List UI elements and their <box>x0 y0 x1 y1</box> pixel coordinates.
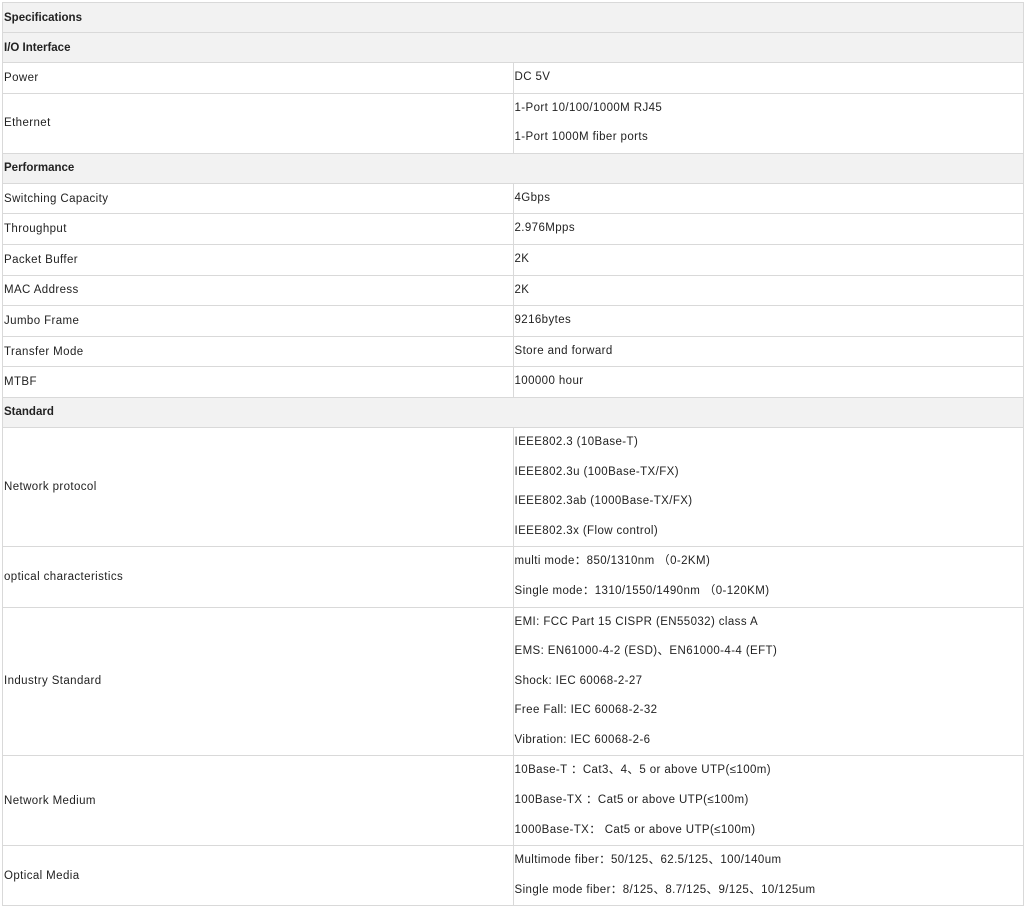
spec-value-cell: Store and forward <box>512 335 1024 368</box>
spec-value-cell: 2.976Mpps <box>512 213 1024 245</box>
section-header-row: Standard <box>2 396 1024 428</box>
spec-value-cell: 2K <box>512 274 1024 307</box>
spec-row: optical characteristics multi mode：850/13… <box>2 546 1024 608</box>
spec-row: Ethernet 1-Port 10/100/1000M RJ45 1-Port 1… <box>2 92 1024 154</box>
spec-row: MAC Address 2K <box>2 274 1024 307</box>
spec-value: 2K <box>514 283 530 296</box>
spec-value: IEEE802.3ab (1000Base-TX/FX) <box>514 495 693 508</box>
spec-value-cell: 10Base-T ：Cat3、4、5 or above UTP(≤100m) 10… <box>512 755 1024 847</box>
spec-value: DC 5V <box>514 71 551 83</box>
spec-row: Network protocol IEEE802.3 (10Base-T) IEEE… <box>2 426 1024 548</box>
spec-value: EMI: FCC Part 15 CISPR (EN55032) class A <box>514 615 759 628</box>
section-header-row: I/O Interface <box>2 32 1024 63</box>
section-heading: I/O Interface <box>2 32 1024 63</box>
spec-label: Network Medium <box>2 755 514 847</box>
spec-value: 1-Port 10/100/1000M RJ45 <box>514 101 663 114</box>
specifications-table-body: Specifications I/O Interface Power DC 5V Et… <box>2 2 1024 906</box>
spec-value: 10Base-T ：Cat3、4、5 or above UTP(≤100m) <box>514 764 772 777</box>
spec-row: Jumbo Frame 9216bytes <box>2 305 1024 337</box>
section-heading: Standard <box>2 396 1024 428</box>
spec-label: Network protocol <box>2 426 514 548</box>
spec-row: Throughput 2.976Mpps <box>2 213 1024 245</box>
spec-value-cell: 100000 hour <box>512 366 1024 398</box>
spec-value: IEEE802.3x (Flow control) <box>514 524 659 537</box>
spec-label: Switching Capacity <box>2 182 514 215</box>
spec-value: 2K <box>514 252 530 265</box>
spec-value-cell: 1-Port 10/100/1000M RJ45 1-Port 1000M fib… <box>512 92 1024 154</box>
spec-value: Vibration: IEC 60068-2-6 <box>514 733 651 746</box>
spec-label: Power <box>2 62 514 94</box>
spec-row: Network Medium 10Base-T ：Cat3、4、5 or abov… <box>2 755 1024 847</box>
spec-value: Single mode：1310/1550/1490nm （0-120KM) <box>514 584 770 597</box>
spec-value: Free Fall: IEC 60068-2-32 <box>514 704 658 717</box>
spec-row: MTBF 100000 hour <box>2 366 1024 398</box>
specifications-table: Specifications I/O Interface Power DC 5V Et… <box>2 2 1024 906</box>
spec-label: Ethernet <box>2 92 514 154</box>
spec-row: Power DC 5V <box>2 62 1024 94</box>
spec-value: Multimode fiber：50/125、62.5/125、100/140u… <box>514 854 782 867</box>
spec-label: Jumbo Frame <box>2 305 514 337</box>
spec-row: Switching Capacity 4Gbps <box>2 182 1024 215</box>
spec-row: Optical Media Multimode fiber：50/125、62.5… <box>2 845 1024 906</box>
spec-value: 4Gbps <box>514 191 551 204</box>
spec-value: EMS: EN61000-4-2 (ESD)、EN61000-4-4 (EFT) <box>514 645 778 658</box>
spec-value-cell: 9216bytes <box>512 305 1024 337</box>
spec-value-cell: IEEE802.3 (10Base-T) IEEE802.3u (100Base-… <box>512 426 1024 548</box>
section-heading: Performance <box>2 152 1024 184</box>
spec-value-cell: EMI: FCC Part 15 CISPR (EN55032) class A… <box>512 606 1024 757</box>
spec-row: Industry Standard EMI: FCC Part 15 CISPR … <box>2 606 1024 757</box>
spec-label: Throughput <box>2 213 514 245</box>
spec-value-cell: 2K <box>512 243 1024 276</box>
spec-value: Shock: IEC 60068-2-27 <box>514 674 643 687</box>
spec-label: optical characteristics <box>2 546 514 608</box>
spec-label: Optical Media <box>2 845 514 906</box>
spec-value: 2.976Mpps <box>514 222 575 235</box>
spec-value: Single mode fiber：8/125、8.7/125、9/125、10… <box>514 883 816 896</box>
spec-label: Industry Standard <box>2 606 514 757</box>
spec-value: multi mode：850/1310nm （0-2KM) <box>514 555 711 568</box>
specifications-title-row: Specifications <box>2 2 1024 33</box>
spec-value-cell: multi mode：850/1310nm （0-2KM) Single mode… <box>512 546 1024 608</box>
spec-row: Transfer Mode Store and forward <box>2 335 1024 368</box>
spec-value-cell: Multimode fiber：50/125、62.5/125、100/140u… <box>512 845 1024 906</box>
spec-label: Packet Buffer <box>2 243 514 276</box>
spec-label: Transfer Mode <box>2 335 514 368</box>
spec-label: MTBF <box>2 366 514 398</box>
section-header-row: Performance <box>2 152 1024 184</box>
spec-value: 1-Port 1000M fiber ports <box>514 131 649 144</box>
spec-value: 1000Base-TX： Cat5 or above UTP(≤100m) <box>514 823 756 836</box>
spec-value-cell: DC 5V <box>512 62 1024 94</box>
spec-value: IEEE802.3u (100Base-TX/FX) <box>514 465 679 478</box>
spec-value: IEEE802.3 (10Base-T) <box>514 435 639 448</box>
spec-value: 100000 hour <box>514 375 584 388</box>
spec-label: MAC Address <box>2 274 514 307</box>
spec-value: Store and forward <box>514 344 613 357</box>
spec-value: 9216bytes <box>514 314 572 327</box>
spec-value-cell: 4Gbps <box>512 182 1024 215</box>
spec-value: 100Base-TX ：Cat5 or above UTP(≤100m) <box>514 794 749 807</box>
specifications-title: Specifications <box>2 2 1024 33</box>
spec-row: Packet Buffer 2K <box>2 243 1024 276</box>
